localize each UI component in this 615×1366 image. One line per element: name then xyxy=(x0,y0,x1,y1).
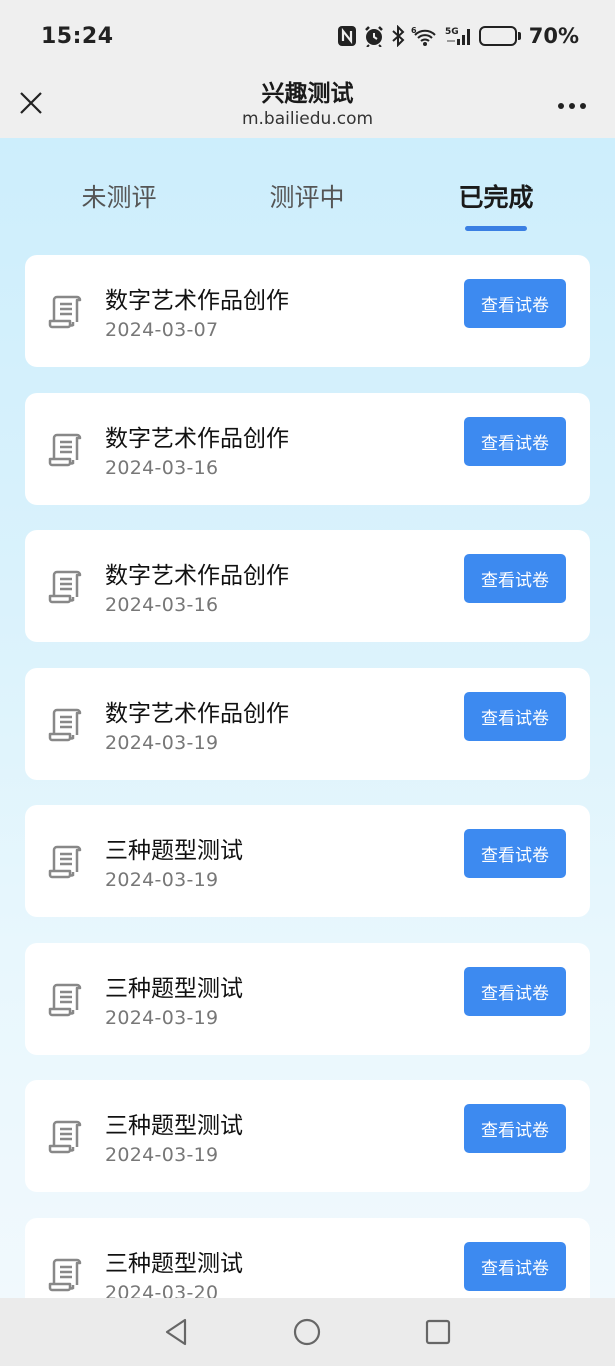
tab-not-evaluated[interactable]: 未测评 xyxy=(49,178,189,214)
test-title: 数字艺术作品创作 xyxy=(105,700,289,727)
view-paper-button[interactable]: 查看试卷 xyxy=(464,966,566,1016)
scroll-document-icon xyxy=(47,979,87,1019)
scroll-document-icon xyxy=(47,566,87,606)
wifi-6-icon: 6 xyxy=(411,24,439,48)
signal-5g-icon: 5G xyxy=(445,24,473,48)
browser-nav-bar: 兴趣测试 m.bailiedu.com xyxy=(0,72,615,138)
test-item-card: 数字艺术作品创作 2024-03-19 查看试卷 xyxy=(25,667,590,780)
more-icon xyxy=(558,103,586,109)
page-url: m.bailiedu.com xyxy=(241,109,374,129)
test-date: 2024-03-16 xyxy=(105,456,219,479)
tab-evaluating[interactable]: 测评中 xyxy=(237,178,377,214)
test-title: 数字艺术作品创作 xyxy=(105,288,289,314)
back-triangle-icon xyxy=(165,1318,187,1346)
status-bar: 15:24 6 5G 70% xyxy=(0,0,615,72)
scroll-document-icon xyxy=(47,1116,87,1156)
scroll-document-icon xyxy=(47,1254,87,1294)
status-tabs: 未测评 测评中 已完成 xyxy=(0,138,615,238)
scroll-document-icon xyxy=(47,429,87,469)
recents-square-icon xyxy=(425,1319,451,1345)
test-title: 数字艺术作品创作 xyxy=(105,563,289,589)
test-item-card: 三种题型测试 2024-03-19 查看试卷 xyxy=(25,805,590,917)
view-paper-button[interactable]: 查看试卷 xyxy=(464,1241,566,1291)
active-tab-indicator xyxy=(465,226,527,231)
test-item-card: 三种题型测试 2024-03-19 查看试卷 xyxy=(25,1080,590,1192)
test-title: 三种题型测试 xyxy=(105,1250,243,1277)
view-paper-button[interactable]: 查看试卷 xyxy=(464,1104,566,1153)
more-menu-button[interactable] xyxy=(557,92,587,112)
battery-icon xyxy=(478,26,521,46)
test-title: 三种题型测试 xyxy=(105,1113,243,1139)
bluetooth-icon xyxy=(391,24,405,48)
page-title: 兴趣测试 xyxy=(261,81,354,107)
view-paper-button[interactable]: 查看试卷 xyxy=(464,691,566,741)
nfc-icon xyxy=(337,24,357,48)
test-date: 2024-03-07 xyxy=(105,319,219,341)
test-item-card: 数字艺术作品创作 2024-03-07 查看试卷 xyxy=(25,255,590,367)
scroll-document-icon xyxy=(47,841,87,881)
test-date: 2024-03-19 xyxy=(105,1006,219,1029)
test-item-card: 三种题型测试 2024-03-19 查看试卷 xyxy=(25,942,590,1055)
test-title: 数字艺术作品创作 xyxy=(105,425,289,452)
status-time: 15:24 xyxy=(41,24,114,49)
svg-text:5G: 5G xyxy=(445,27,459,37)
tab-completed[interactable]: 已完成 xyxy=(426,178,566,214)
home-button[interactable] xyxy=(291,1316,323,1348)
test-date: 2024-03-20 xyxy=(105,1281,219,1299)
test-date: 2024-03-19 xyxy=(105,731,219,754)
test-item-card: 三种题型测试 2024-03-20 查看试卷 xyxy=(25,1217,590,1299)
scroll-document-icon xyxy=(47,291,87,331)
scroll-document-icon xyxy=(47,704,87,744)
test-title: 三种题型测试 xyxy=(105,975,243,1002)
test-title: 三种题型测试 xyxy=(105,838,243,864)
view-paper-button[interactable]: 查看试卷 xyxy=(464,554,566,603)
test-date: 2024-03-16 xyxy=(105,594,219,616)
test-date: 2024-03-19 xyxy=(105,869,219,891)
content-area: 未测评 测评中 已完成 数字艺术作品创作 2024-03-07 查看试卷 数字艺术作品… xyxy=(0,138,615,1298)
view-paper-button[interactable]: 查看试卷 xyxy=(464,829,566,878)
back-button[interactable] xyxy=(161,1316,193,1348)
status-icons: 6 5G 70% xyxy=(337,24,579,48)
view-paper-button[interactable]: 查看试卷 xyxy=(464,416,566,466)
test-date: 2024-03-19 xyxy=(105,1144,219,1166)
test-item-card: 数字艺术作品创作 2024-03-16 查看试卷 xyxy=(25,530,590,642)
home-circle-icon xyxy=(293,1318,321,1346)
system-nav-bar xyxy=(0,1298,615,1366)
battery-percent: 70% xyxy=(528,24,579,48)
view-paper-button[interactable]: 查看试卷 xyxy=(464,279,566,328)
alarm-icon xyxy=(363,24,385,48)
recents-button[interactable] xyxy=(422,1316,454,1348)
test-item-card: 数字艺术作品创作 2024-03-16 查看试卷 xyxy=(25,392,590,505)
